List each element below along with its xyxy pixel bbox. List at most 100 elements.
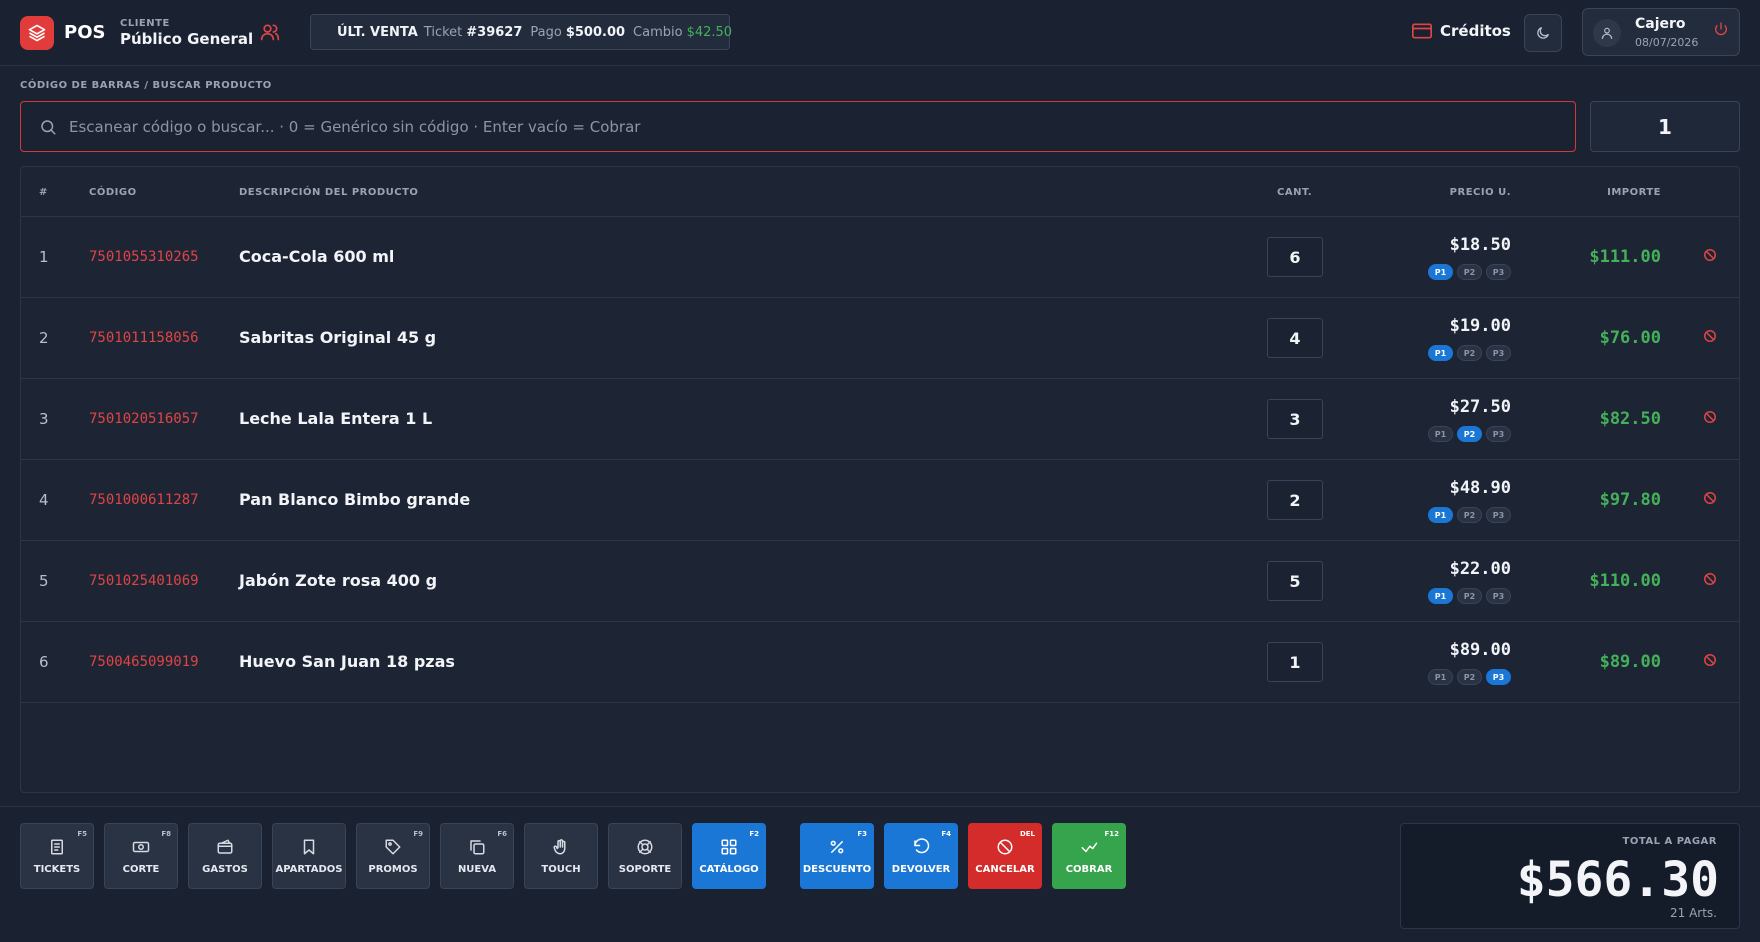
row-number: 1 xyxy=(39,248,49,266)
user-menu[interactable]: Cajero 08/07/2026 xyxy=(1582,8,1740,56)
bookmark-icon xyxy=(303,839,315,854)
ticket-label: Ticket xyxy=(423,24,463,40)
table-row[interactable]: 2 7501011158056 Sabritas Original 45 g 4 $19… xyxy=(21,298,1739,379)
price-tier-p3[interactable]: P3 xyxy=(1486,264,1511,280)
table-row[interactable]: 1 7501055310265 Coca-Cola 600 ml 6 $18.50 P1 P… xyxy=(21,217,1739,298)
last-sale-label: ÚLT. VENTA xyxy=(337,24,418,40)
unit-price: $22.00 xyxy=(1449,559,1511,579)
product-description: Sabritas Original 45 g xyxy=(239,328,437,347)
moon-icon xyxy=(1537,27,1549,39)
cat-logo-button[interactable]: CATÁLOGO F2 xyxy=(692,823,766,889)
last-sale-panel[interactable]: ÚLT. VENTA Ticket #39627 Pago $500.00 Ca… xyxy=(310,14,732,50)
client-name[interactable]: Público General xyxy=(120,30,253,48)
price-tier-p3[interactable]: P3 xyxy=(1486,426,1511,442)
shortcut-key: F8 xyxy=(161,830,171,838)
remove-item-icon[interactable] xyxy=(1703,247,1717,266)
credit-card-icon xyxy=(1412,23,1432,39)
cart-table: # CÓDIGO DESCRIPCIÓN DEL PRODUCTO CANT. … xyxy=(20,166,1740,793)
search-field[interactable] xyxy=(20,101,1576,152)
theme-toggle-button[interactable] xyxy=(1524,14,1562,52)
cobrar-button[interactable]: COBRAR F12 xyxy=(1052,823,1126,889)
ticket-number: #39627 xyxy=(466,24,523,40)
apartados-button[interactable]: APARTADOS xyxy=(272,823,346,889)
shortcut-key: F5 xyxy=(77,830,87,838)
price-tier-p3[interactable]: P3 xyxy=(1486,507,1511,523)
user-name: Cajero xyxy=(1635,16,1686,32)
search-input[interactable] xyxy=(69,117,1519,136)
cancelar-button[interactable]: CANCELAR DEL xyxy=(968,823,1042,889)
corte-button[interactable]: CORTE F8 xyxy=(104,823,178,889)
gastos-button[interactable]: GASTOS xyxy=(188,823,262,889)
quantity-field[interactable]: 4 xyxy=(1267,318,1323,358)
remove-item-icon[interactable] xyxy=(1703,409,1717,428)
promos-button[interactable]: PROMOS F9 xyxy=(356,823,430,889)
product-code: 7501000611287 xyxy=(89,492,199,508)
user-icon xyxy=(1601,27,1613,39)
remove-item-icon[interactable] xyxy=(1703,652,1717,671)
users-icon[interactable] xyxy=(260,22,280,46)
table-row[interactable]: 6 7500465099019 Huevo San Juan 18 pzas 1 $89… xyxy=(21,622,1739,703)
price-tier-p3[interactable]: P3 xyxy=(1486,669,1511,685)
quantity-field[interactable]: 5 xyxy=(1267,561,1323,601)
price-tier-p1[interactable]: P1 xyxy=(1428,426,1453,442)
button-label: TOUCH xyxy=(541,863,581,875)
table-row[interactable]: 5 7501025401069 Jabón Zote rosa 400 g 5 $22.… xyxy=(21,541,1739,622)
product-description: Pan Blanco Bimbo grande xyxy=(239,490,471,509)
price-tier-p1[interactable]: P1 xyxy=(1428,264,1453,280)
devolver-button[interactable]: DEVOLVER F4 xyxy=(884,823,958,889)
header-amount: IMPORTE xyxy=(1607,187,1661,198)
quantity-field[interactable]: 2 xyxy=(1267,480,1323,520)
price-tier-p2[interactable]: P2 xyxy=(1457,507,1482,523)
total-value: $566.30 xyxy=(1516,852,1719,908)
price-tier-p1[interactable]: P1 xyxy=(1428,669,1453,685)
cash-icon xyxy=(132,841,150,852)
price-tier-p2[interactable]: P2 xyxy=(1457,588,1482,604)
product-description: Huevo San Juan 18 pzas xyxy=(239,652,455,671)
remove-item-icon[interactable] xyxy=(1703,328,1717,347)
price-tier-p2[interactable]: P2 xyxy=(1457,264,1482,280)
price-tier-p2[interactable]: P2 xyxy=(1457,669,1482,685)
product-description: Leche Lala Entera 1 L xyxy=(239,409,433,428)
quantity-field[interactable]: 3 xyxy=(1267,399,1323,439)
price-tier-selector: P1 P2 P3 xyxy=(1428,588,1511,604)
line-amount: $89.00 xyxy=(1599,652,1661,672)
row-number: 5 xyxy=(39,572,49,590)
soporte-button[interactable]: SOPORTE xyxy=(608,823,682,889)
shortcut-key: DEL xyxy=(1019,830,1035,838)
descuento-button[interactable]: DESCUENTO F3 xyxy=(800,823,874,889)
hand-icon xyxy=(553,838,566,854)
table-row[interactable]: 3 7501020516057 Leche Lala Entera 1 L 3 $27.… xyxy=(21,379,1739,460)
change-label: Cambio xyxy=(633,24,683,40)
quantity-field[interactable]: 1 xyxy=(1267,642,1323,682)
tickets-button[interactable]: TICKETS F5 xyxy=(20,823,94,889)
price-tier-p2[interactable]: P2 xyxy=(1457,426,1482,442)
button-label: SOPORTE xyxy=(618,863,672,875)
price-tier-p3[interactable]: P3 xyxy=(1486,588,1511,604)
product-code: 7501011158056 xyxy=(89,330,199,346)
price-tier-p1[interactable]: P1 xyxy=(1428,345,1453,361)
nueva-button[interactable]: NUEVA F6 xyxy=(440,823,514,889)
button-label: TICKETS xyxy=(33,863,81,875)
product-code: 7501025401069 xyxy=(89,573,199,589)
payment-value: $500.00 xyxy=(565,24,626,40)
touch-button[interactable]: TOUCH xyxy=(524,823,598,889)
product-code: 7500465099019 xyxy=(89,654,199,670)
header-code: CÓDIGO xyxy=(89,187,137,198)
row-number: 2 xyxy=(39,329,49,347)
remove-item-icon[interactable] xyxy=(1703,490,1717,509)
client-label: CLIENTE xyxy=(120,18,170,29)
table-row[interactable]: 4 7501000611287 Pan Blanco Bimbo grande 2 $4… xyxy=(21,460,1739,541)
quantity-input[interactable]: 1 xyxy=(1590,101,1740,152)
power-icon[interactable] xyxy=(1713,21,1729,41)
credits-button[interactable]: Créditos xyxy=(1412,22,1511,40)
line-amount: $76.00 xyxy=(1599,328,1661,348)
price-tier-p2[interactable]: P2 xyxy=(1457,345,1482,361)
remove-item-icon[interactable] xyxy=(1703,571,1717,590)
price-tier-p1[interactable]: P1 xyxy=(1428,588,1453,604)
price-tier-p3[interactable]: P3 xyxy=(1486,345,1511,361)
price-tier-p1[interactable]: P1 xyxy=(1428,507,1453,523)
quantity-field[interactable]: 6 xyxy=(1267,237,1323,277)
table-header: # CÓDIGO DESCRIPCIÓN DEL PRODUCTO CANT. … xyxy=(21,167,1739,217)
unit-price: $27.50 xyxy=(1449,397,1511,417)
price-tier-selector: P1 P2 P3 xyxy=(1428,264,1511,280)
